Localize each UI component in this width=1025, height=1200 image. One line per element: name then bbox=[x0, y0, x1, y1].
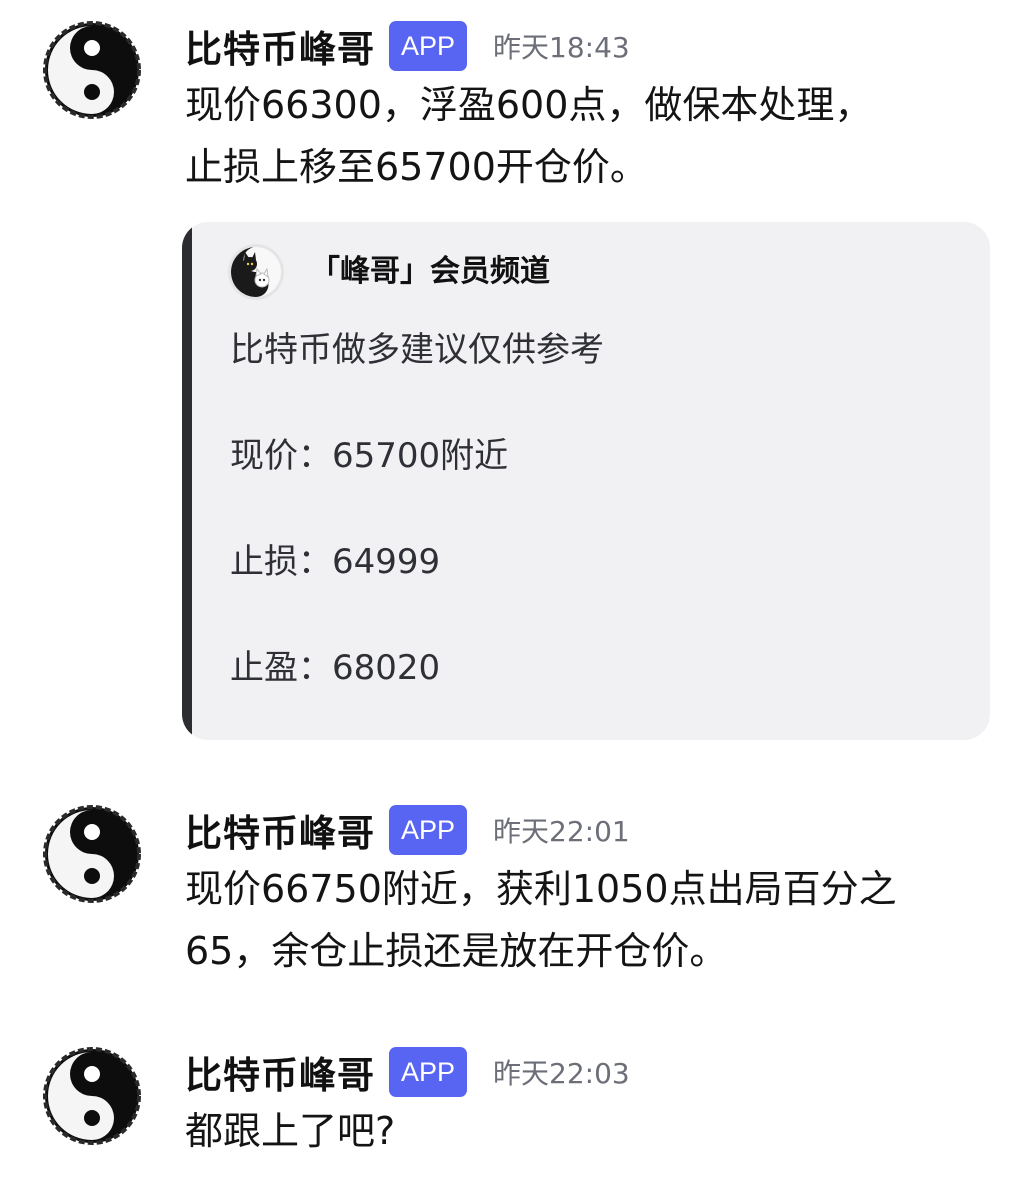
timestamp: 昨天22:03 bbox=[493, 1057, 630, 1090]
message-header: 比特币峰哥 APP 昨天18:43 bbox=[185, 18, 630, 74]
message-3: 比特币峰哥 APP 昨天22:03 都跟上了吧? bbox=[0, 1044, 1025, 1184]
message-header: 比特币峰哥 APP 昨天22:01 bbox=[185, 802, 630, 858]
yin-yang-avatar-icon[interactable] bbox=[42, 1046, 142, 1146]
timestamp: 昨天22:01 bbox=[493, 815, 630, 848]
embed-line-3: 止损：64999 bbox=[230, 542, 441, 582]
message-content: 都跟上了吧? bbox=[185, 1109, 396, 1153]
embed-line-1: 比特币做多建议仅供参考 bbox=[230, 330, 604, 370]
yin-yang-avatar-icon[interactable] bbox=[42, 20, 142, 120]
author-name[interactable]: 比特币峰哥 bbox=[185, 19, 375, 73]
message-content: 现价66750附近，获利1050点出局百分之 65，余仓止损还是放在开仓价。 bbox=[185, 867, 897, 973]
app-badge: APP bbox=[389, 1047, 468, 1097]
message-header: 比特币峰哥 APP 昨天22:03 bbox=[185, 1044, 630, 1100]
embed-channel-name[interactable]: 「峰哥」会员频道 bbox=[310, 250, 550, 294]
embed-line-2: 现价：65700附近 bbox=[230, 436, 509, 476]
app-badge: APP bbox=[389, 21, 468, 71]
author-name[interactable]: 比特币峰哥 bbox=[185, 803, 375, 857]
timestamp: 昨天18:43 bbox=[493, 31, 630, 64]
message-1: 比特币峰哥 APP 昨天18:43 现价66300，浮盈600点，做保本处理， … bbox=[0, 18, 1025, 748]
embed-accent-bar bbox=[182, 222, 192, 740]
forwarded-embed[interactable]: 「峰哥」会员频道 比特币做多建议仅供参考 现价：65700附近 止损：64999… bbox=[182, 222, 990, 740]
message-content: 现价66300，浮盈600点，做保本处理， 止损上移至65700开仓价。 bbox=[185, 83, 873, 189]
yin-yang-avatar-icon[interactable] bbox=[42, 804, 142, 904]
author-name[interactable]: 比特币峰哥 bbox=[185, 1045, 375, 1099]
app-badge: APP bbox=[389, 805, 468, 855]
black-white-cats-icon[interactable] bbox=[228, 244, 284, 300]
message-2: 比特币峰哥 APP 昨天22:01 现价66750附近，获利1050点出局百分之… bbox=[0, 802, 1025, 992]
embed-line-4: 止盈：68020 bbox=[230, 648, 441, 688]
